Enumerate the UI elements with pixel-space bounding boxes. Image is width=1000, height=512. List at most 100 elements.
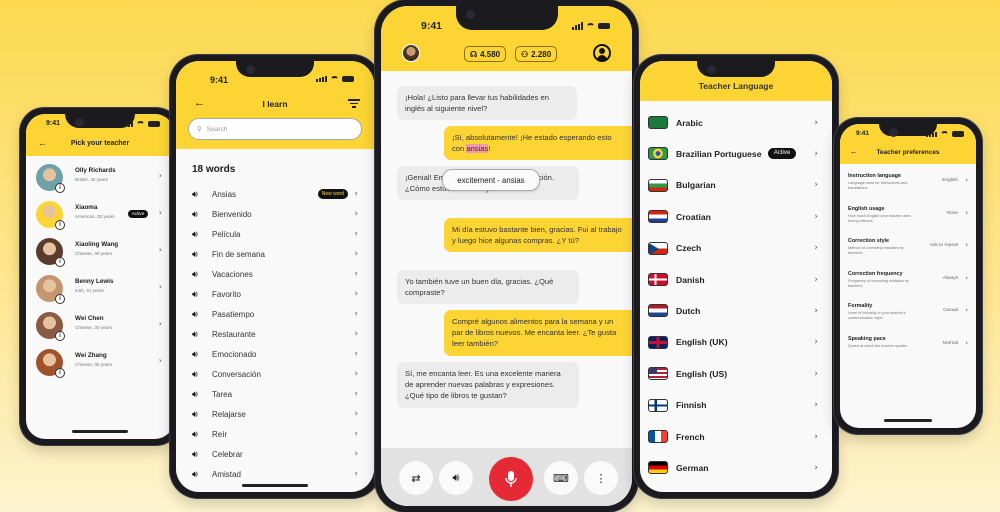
chevron-right-icon: › [354, 309, 358, 319]
word-row[interactable]: 🔊︎ Restaurante › [176, 324, 374, 344]
speaker-icon[interactable]: 🔊︎ [192, 289, 198, 300]
speaker-icon[interactable]: 🔊︎ [192, 309, 198, 320]
word-row[interactable]: 🔊︎ Reír › [176, 424, 374, 444]
speaker-icon[interactable]: 🔊︎ [192, 249, 198, 260]
friends-badge[interactable]: ⚇ 2.280 [515, 46, 558, 62]
word-count: 18 words [192, 164, 236, 175]
language-row[interactable]: Brazilian Portuguese Active › [640, 138, 832, 169]
info-icon[interactable]: i [55, 331, 65, 341]
coins-badge[interactable]: ☊ 4.580 [464, 46, 507, 62]
filter-icon[interactable] [348, 99, 360, 110]
profile-icon[interactable] [593, 44, 611, 62]
language-row[interactable]: Bulgarian › [640, 170, 832, 201]
word-row[interactable]: 🔊︎ Amistad › [176, 464, 374, 484]
language-row[interactable]: Czech › [640, 233, 832, 264]
speaker-icon[interactable]: 🔊︎ [192, 189, 198, 200]
info-icon[interactable]: i [55, 368, 65, 378]
chevron-right-icon: › [158, 171, 162, 180]
word-row[interactable]: 🔊︎ Emocionado › [176, 344, 374, 364]
message-text: Yo también tuve un buen día, gracias. ¿Q… [405, 277, 554, 298]
word-row[interactable]: 🔊︎ Favorito › [176, 284, 374, 304]
battery-icon [598, 23, 610, 29]
phone-vocabulary: 9:41 ← I learn ⚲ Search 18 words 🔊︎ Ansias… [170, 55, 380, 498]
user-avatar[interactable] [402, 44, 420, 62]
language-row[interactable]: Dutch › [640, 295, 832, 326]
word-row[interactable]: 🔊︎ Fin de semana › [176, 244, 374, 264]
word-row[interactable]: 🔊︎ Tarea › [176, 384, 374, 404]
teacher-row[interactable]: i Benny Lewis Irish, 41 years › [26, 270, 174, 307]
teacher-row[interactable]: i Xiaoling Wang Chinese, 30 years › [26, 233, 174, 270]
teacher-row[interactable]: i Olly Richards British, 42 years › [26, 159, 174, 196]
word-row[interactable]: 🔊︎ Bienvenido › [176, 204, 374, 224]
chevron-right-icon: › [158, 319, 162, 328]
word-text: Emocionado [212, 349, 257, 359]
teacher-row[interactable]: i Wei Zhang Chinese, 35 years › [26, 344, 174, 381]
language-row[interactable]: German › [640, 452, 832, 483]
more-button[interactable]: ⋮ [584, 461, 618, 495]
language-row[interactable]: Finnish › [640, 390, 832, 421]
language-screen: Teacher Language Arabic › Brazilian Portug… [640, 61, 832, 492]
speaker-icon: 🔊︎ [452, 471, 460, 484]
language-row[interactable]: English (US) › [640, 358, 832, 389]
info-icon[interactable]: i [55, 183, 65, 193]
language-row[interactable]: English (UK) › [640, 327, 832, 358]
language-row[interactable]: Danish › [640, 264, 832, 295]
speaker-button[interactable]: 🔊︎ [439, 461, 473, 495]
speaker-icon[interactable]: 🔊︎ [192, 429, 198, 440]
highlighted-word[interactable]: ansias [466, 144, 489, 154]
language-row[interactable]: Arabic › [640, 107, 832, 138]
preference-title: Correction style [848, 238, 890, 244]
teacher-row[interactable]: i Wei Chen Chinese, 30 years › [26, 307, 174, 344]
preference-row[interactable]: Instruction language Language used for in… [840, 168, 976, 200]
preference-row[interactable]: Speaking pace Speed at which the teacher … [840, 331, 976, 363]
preference-title: Instruction language [848, 173, 902, 179]
search-icon: ⚲ [197, 126, 202, 133]
chevron-right-icon: › [814, 368, 818, 379]
info-icon[interactable]: i [55, 257, 65, 267]
keyboard-button[interactable]: ⌨ [544, 461, 578, 495]
language-row[interactable]: Croatian › [640, 201, 832, 232]
swap-button[interactable]: ⇄ [399, 461, 433, 495]
speaker-icon[interactable]: 🔊︎ [192, 229, 198, 240]
word-text: Tarea [212, 389, 233, 399]
speaker-icon[interactable]: 🔊︎ [192, 369, 198, 380]
word-row[interactable]: 🔊︎ Conversación › [176, 364, 374, 384]
word-row[interactable]: 🔊︎ Vacaciones › [176, 264, 374, 284]
word-row[interactable]: 🔊︎ Relajarse › [176, 404, 374, 424]
chevron-right-icon: › [354, 369, 358, 379]
preference-row[interactable]: Correction frequency Frequency of correct… [840, 266, 976, 298]
preference-row[interactable]: English usage How much English your teach… [840, 201, 976, 233]
chevron-right-icon: › [158, 282, 162, 291]
header: 9:41 ← Teacher preferences [840, 124, 976, 164]
speaker-icon[interactable]: 🔊︎ [192, 209, 198, 220]
word-row[interactable]: 🔊︎ Película › [176, 224, 374, 244]
teacher-info: Chinese, 35 years [75, 362, 113, 367]
preference-row[interactable]: Formality Level of formality in your teac… [840, 298, 976, 330]
chevron-right-icon: › [354, 289, 358, 299]
info-icon[interactable]: i [55, 220, 65, 230]
speaker-icon[interactable]: 🔊︎ [192, 449, 198, 460]
chevron-right-icon: › [354, 269, 358, 279]
microphone-button[interactable] [489, 457, 533, 501]
speaker-icon[interactable]: 🔊︎ [192, 389, 198, 400]
speaker-icon[interactable]: 🔊︎ [192, 329, 198, 340]
preference-row[interactable]: Correction style Method of correcting mis… [840, 233, 976, 265]
speaker-icon[interactable]: 🔊︎ [192, 409, 198, 420]
header: Teacher Language [640, 61, 832, 101]
word-text: Reír [212, 429, 228, 439]
preference-description: How much English your teacher uses durin… [848, 213, 911, 223]
speaker-icon[interactable]: 🔊︎ [192, 269, 198, 280]
status-time: 9:41 [46, 120, 61, 127]
speaker-icon[interactable]: 🔊︎ [192, 349, 198, 360]
teacher-avatar: i [36, 164, 65, 193]
speaker-icon[interactable]: 🔊︎ [192, 469, 198, 480]
word-row[interactable]: 🔊︎ Pasatiempo › [176, 304, 374, 324]
info-icon[interactable]: i [55, 294, 65, 304]
teacher-row[interactable]: i Xiaoma American, 33 years Active › [26, 196, 174, 233]
language-row[interactable]: French › [640, 421, 832, 452]
coins-count: 4.580 [480, 49, 501, 59]
word-row[interactable]: 🔊︎ Celebrar › [176, 444, 374, 464]
header: 9:41 ← I learn ⚲ Search [176, 61, 374, 149]
word-row[interactable]: 🔊︎ Ansias New word › [176, 184, 374, 204]
search-input[interactable]: ⚲ Search [188, 118, 362, 140]
